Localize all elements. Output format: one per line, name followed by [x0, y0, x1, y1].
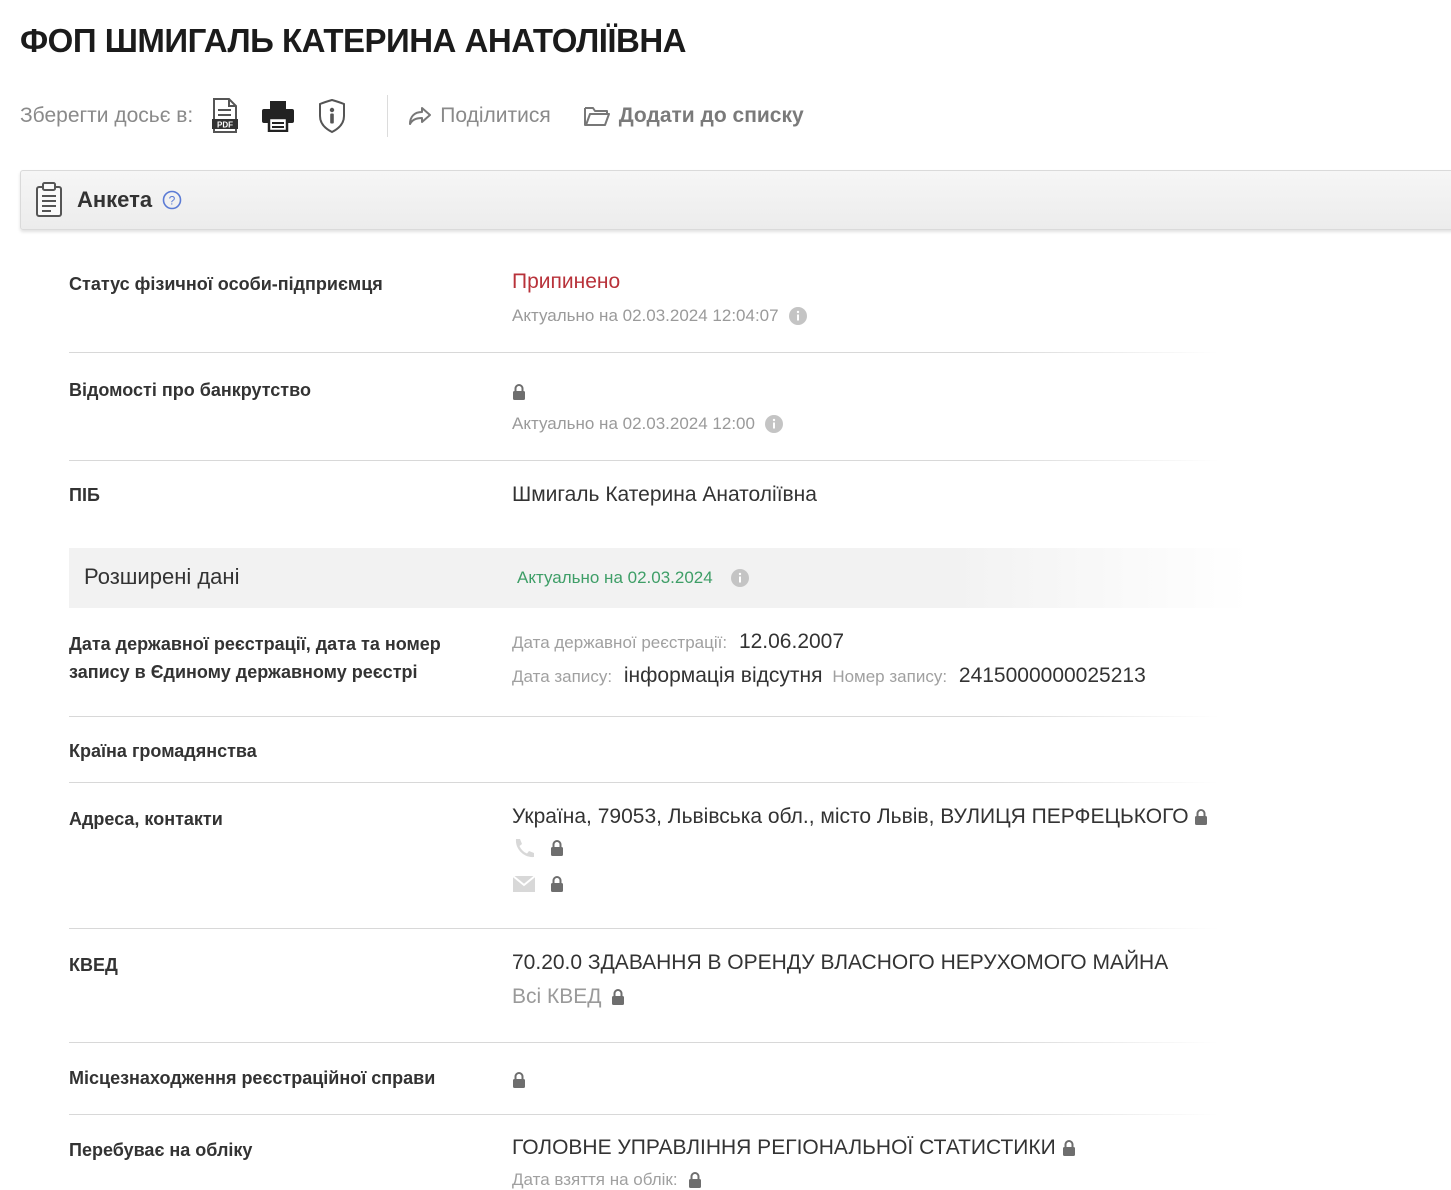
address-value: Україна, 79053, Львівська обл., місто Ль… [512, 805, 1189, 828]
address-label: Адреса, контакти [69, 809, 223, 829]
bankruptcy-label: Відомості про банкрутство [69, 380, 311, 400]
save-dossier-label: Зберегти досьє в: [20, 104, 194, 127]
divider [69, 782, 1219, 783]
toolbar: Зберегти досьє в: PDF Поділитися Додати … [20, 95, 836, 137]
record-date-label: Дата запису: [512, 667, 613, 686]
divider [69, 716, 1219, 717]
page-title: ФОП ШМИГАЛЬ КАТЕРИНА АНАТОЛІЇВНА [20, 22, 687, 59]
add-to-list-button[interactable]: Додати до списку [583, 104, 804, 128]
lock-icon[interactable] [550, 875, 564, 893]
record-number-label: Номер запису: [832, 667, 948, 686]
kved-label: КВЕД [69, 955, 118, 975]
svg-text:PDF: PDF [217, 121, 233, 130]
lock-icon[interactable] [1194, 808, 1208, 826]
full-name-value: Шмигаль Катерина Анатоліївна [512, 483, 817, 506]
extended-data-header: Розширені дані Актуально на 02.03.2024 [69, 548, 1249, 608]
all-kved-link[interactable]: Всі КВЕД [512, 985, 601, 1009]
kved-value: 70.20.0 ЗДАВАННЯ В ОРЕНДУ ВЛАСНОГО НЕРУХ… [512, 951, 1169, 974]
share-button[interactable]: Поділитися [408, 104, 551, 128]
toolbar-divider [387, 95, 389, 137]
registration-case-label: Місцезнаходження реєстраційної справи [69, 1068, 436, 1088]
add-to-list-label: Додати до списку [618, 104, 804, 127]
printer-icon[interactable] [261, 100, 295, 132]
reg-date-label: Дата державної реєстрації: [512, 633, 728, 652]
share-icon [409, 107, 432, 125]
status-value: Припинено [512, 270, 621, 293]
svg-text:?: ? [169, 194, 176, 208]
lock-icon[interactable] [1062, 1139, 1076, 1157]
lock-icon[interactable] [611, 988, 625, 1006]
info-icon[interactable] [788, 307, 807, 325]
divider [69, 1114, 1219, 1115]
extended-data-updated: Актуально на 02.03.2024 [517, 568, 713, 587]
email-icon [512, 875, 536, 892]
reg-date-value: 12.06.2007 [738, 630, 845, 653]
full-name-label: ПІБ [69, 485, 100, 505]
accounting-value: ГОЛОВНЕ УПРАВЛІННЯ РЕГІОНАЛЬНОЇ СТАТИСТИ… [512, 1136, 1056, 1159]
divider [69, 1042, 1219, 1043]
questionnaire-panel-header[interactable]: Анкета ? [20, 170, 1451, 230]
lock-icon[interactable] [512, 383, 526, 401]
panel-title: Анкета [77, 187, 153, 212]
shield-icon[interactable] [317, 98, 347, 134]
divider [69, 352, 1219, 353]
status-label: Статус фізичної особи-підприємця [69, 274, 383, 294]
help-icon[interactable]: ? [162, 190, 182, 210]
divider [69, 928, 1219, 929]
divider [69, 460, 1219, 461]
lock-icon[interactable] [512, 1071, 526, 1089]
record-number-value: 2415000000025213 [958, 664, 1146, 687]
share-label: Поділитися [440, 104, 551, 127]
record-date-value: інформація відсутня [623, 664, 823, 687]
registration-label: Дата державної реєстрації, дата та номер… [69, 634, 441, 682]
folder-icon [583, 107, 610, 126]
clipboard-icon [35, 182, 63, 218]
pdf-icon[interactable]: PDF [211, 98, 239, 134]
accounting-label: Перебуває на обліку [69, 1140, 253, 1160]
info-icon[interactable] [730, 569, 749, 587]
extended-data-title: Розширені дані [84, 564, 240, 589]
citizenship-label: Країна громадянства [69, 741, 257, 761]
accounting-date-label: Дата взяття на облік: [512, 1170, 678, 1189]
info-icon[interactable] [764, 415, 783, 433]
lock-icon[interactable] [550, 839, 564, 857]
status-updated: Актуально на 02.03.2024 12:04:07 [512, 306, 779, 325]
lock-icon[interactable] [688, 1171, 702, 1189]
phone-icon [515, 839, 534, 858]
bankruptcy-updated: Актуально на 02.03.2024 12:00 [512, 414, 755, 433]
